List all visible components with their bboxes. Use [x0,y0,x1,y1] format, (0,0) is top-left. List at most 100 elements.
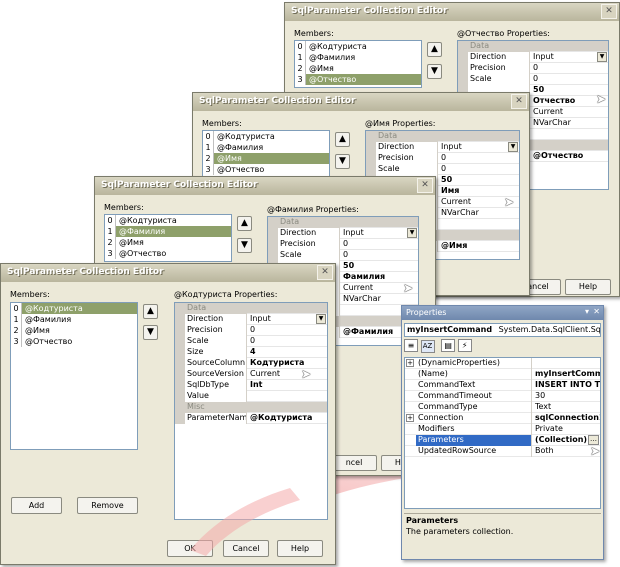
property-row[interactable]: Scale 0 [458,74,608,85]
window-title: SqlParameter Collection Editor [291,6,448,16]
category-data: Data [175,303,327,314]
move-up-button[interactable]: ▲ [427,42,442,57]
properties-grid[interactable]: +(DynamicProperties) (Name)myInsertComma… [404,357,601,509]
move-down-button[interactable]: ▼ [335,154,350,169]
list-item[interactable]: 1 @Фамилия [295,52,421,63]
property-row[interactable]: Direction Input ▼ [268,228,418,239]
window-title: SqlParameter Collection Editor [101,180,258,190]
move-down-button[interactable]: ▼ [143,325,158,340]
events-icon[interactable]: ⚡ [457,339,472,352]
add-button[interactable]: Add [11,497,62,514]
properties-title-bar: Properties ▾ ✕ [402,306,603,320]
pin-icon[interactable]: ▾ [585,307,589,316]
chevron-down-icon[interactable]: ▼ [407,228,417,238]
move-up-button[interactable]: ▲ [335,132,350,147]
list-item[interactable]: 1 @Фамилия [203,142,329,153]
list-item-selected[interactable]: 3 @Отчество [295,74,421,85]
property-row-scale[interactable]: Scale 0 [175,336,327,347]
property-row-parametername[interactable]: ParameterName @Кодтуриста [175,413,327,424]
list-item-selected[interactable]: 1 @Фамилия [105,226,231,237]
mouse-cursor-icon: ➤ [403,281,414,295]
members-list[interactable]: 0 @Кодтуриста 1 @Фамилия 2 @Имя 3 @Отчество [10,302,138,450]
close-icon[interactable]: ✕ [511,94,527,109]
window-title-bar: SqlParameter Collection Editor ✕ [285,3,619,21]
property-row[interactable]: Direction Input ▼ [366,142,519,153]
arrow-up-icon: ▲ [241,218,248,228]
property-row-commandtimeout[interactable]: CommandTimeout 30 [405,391,600,402]
list-item[interactable]: 2 @Имя [11,325,137,336]
alphabetical-icon[interactable]: AZ [420,340,435,353]
cancel-button[interactable]: Cancel [223,540,269,557]
description-title: Parameters [406,516,459,525]
close-icon[interactable]: ✕ [593,307,600,316]
list-item[interactable]: 2 @Имя [295,63,421,74]
description-text: The parameters collection. [406,527,514,536]
list-item[interactable]: 0 @Кодтуриста [295,41,421,52]
list-item[interactable]: 2 @Имя [105,237,231,248]
property-row-connection[interactable]: + Connection sqlConnection1 [405,413,600,424]
mouse-cursor-icon: ➤ [590,444,601,458]
list-item-selected[interactable]: 0 @Кодтуриста [11,303,137,314]
members-list[interactable]: 0 @Кодтуриста 1 @Фамилия 2 @Имя 3 @Отчество [202,130,330,178]
property-row-size[interactable]: Size 4 [175,347,327,358]
mouse-cursor-icon: ➤ [504,195,515,209]
move-up-button[interactable]: ▲ [143,304,158,319]
list-item[interactable]: 0 @Кодтуриста [203,131,329,142]
close-icon[interactable]: ✕ [601,4,617,19]
property-row-name[interactable]: (Name)myInsertCommand [405,369,600,380]
property-row[interactable]: Direction Input ▼ [458,52,608,63]
list-item[interactable]: 1 @Фамилия [11,314,137,325]
property-grid[interactable]: Data Direction Input ▼ Precision 0 Scale 0 S… [174,302,328,520]
properties-label: @Фамилия Properties: [267,205,359,214]
list-item[interactable]: 0 @Кодтуриста [105,215,231,226]
help-button[interactable]: Help [277,540,323,557]
object-selector[interactable]: myInsertCommand System.Data.SqlClient.Sq… [404,323,601,337]
list-item[interactable]: 3 @Отчество [105,248,231,259]
property-row-updatedrowsource[interactable]: UpdatedRowSource Both [405,446,600,457]
expand-icon[interactable]: + [406,414,414,422]
property-row[interactable]: Scale 0 [268,250,418,261]
property-row-parameters[interactable]: Parameters (Collection)… [405,435,600,446]
categorized-icon[interactable]: ≡ [404,339,418,352]
cancel-button[interactable]: ncel [331,455,377,471]
property-row-commandtype[interactable]: CommandType Text [405,402,600,413]
chevron-down-icon[interactable]: ▼ [508,142,518,152]
property-row[interactable]: Precision 0 [458,63,608,74]
list-item[interactable]: 3 @Отчество [11,336,137,347]
members-label: Members: [294,29,334,38]
list-item[interactable]: 3 @Отчество [203,164,329,175]
members-label: Members: [202,119,242,128]
property-row[interactable]: Precision 0 [268,239,418,250]
mouse-cursor-icon: ➤ [301,367,312,381]
properties-toolbar: ≡ AZ ▤ ⚡ [404,339,484,354]
property-row-value[interactable]: Value [175,391,327,402]
members-list[interactable]: 0 @Кодтуриста 1 @Фамилия 2 @Имя 3 @Отчество [294,40,422,88]
help-button[interactable]: Help [565,279,611,295]
members-list[interactable]: 0 @Кодтуриста 1 @Фамилия 2 @Имя 3 @Отчество [104,214,232,262]
object-type: System.Data.SqlClient.SqlComm [498,325,601,334]
property-row-sqldbtype[interactable]: SqlDbType Int [175,380,327,391]
property-row-precision[interactable]: Precision 0 [175,325,327,336]
mouse-cursor-icon: ➤ [596,92,607,106]
property-row[interactable]: Precision 0 [366,153,519,164]
chevron-down-icon[interactable]: ▼ [597,52,607,62]
category-data: Data [458,41,608,52]
chevron-down-icon[interactable]: ▼ [316,314,326,324]
property-row-direction[interactable]: Direction Input ▼ [175,314,327,325]
window-title-bar: SqlParameter Collection Editor ✕ [95,177,435,195]
close-icon[interactable]: ✕ [417,178,433,193]
ok-button[interactable]: OK [167,540,213,557]
properties-icon[interactable]: ▤ [441,339,456,352]
property-row-commandtext[interactable]: CommandTextINSERT INTO Туристы (Ко [405,380,600,391]
close-icon[interactable]: ✕ [317,265,333,280]
move-down-button[interactable]: ▼ [427,64,442,79]
property-row-modifiers[interactable]: Modifiers Private [405,424,600,435]
property-row-dynamicproperties[interactable]: + (DynamicProperties) [405,358,600,369]
move-up-button[interactable]: ▲ [237,216,252,231]
list-item-selected[interactable]: 2 @Имя [203,153,329,164]
move-down-button[interactable]: ▼ [237,238,252,253]
expand-icon[interactable]: + [406,359,414,367]
arrow-up-icon: ▲ [147,306,154,316]
property-row[interactable]: Scale 0 [366,164,519,175]
remove-button[interactable]: Remove [77,497,138,514]
